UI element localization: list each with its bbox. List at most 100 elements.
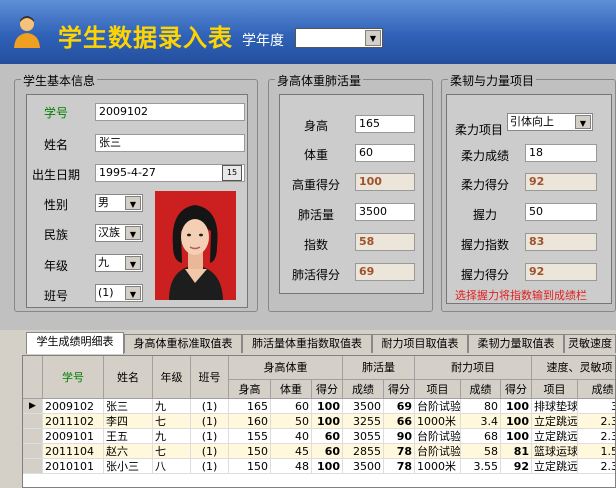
table-cell[interactable]: 150 <box>229 444 271 459</box>
table-cell[interactable]: 立定跳远 <box>532 414 578 429</box>
table-cell[interactable]: 60 <box>312 429 343 444</box>
tab-endurance[interactable]: 耐力项目取值表 <box>372 334 468 353</box>
row-indicator[interactable]: ▶ <box>23 399 43 414</box>
tab-agility-speed[interactable]: 灵敏速度 <box>564 334 616 353</box>
table-cell[interactable]: 1000米 <box>415 414 461 429</box>
table-cell[interactable]: 2011102 <box>43 414 104 429</box>
table-cell[interactable]: (1) <box>191 459 229 474</box>
gender-select[interactable]: 男 ▼ <box>95 194 143 212</box>
calendar-button[interactable]: 15 <box>222 165 242 181</box>
class-select[interactable]: (1) ▼ <box>95 284 143 302</box>
table-cell[interactable]: 3.55 <box>461 459 501 474</box>
table-cell[interactable]: 81 <box>501 444 532 459</box>
school-year-select[interactable]: ▼ <box>295 28 383 48</box>
table-cell[interactable]: 李四 <box>104 414 153 429</box>
table-cell[interactable]: 2009102 <box>43 399 104 414</box>
table-cell[interactable]: 90 <box>384 429 415 444</box>
table-cell[interactable]: 赵六 <box>104 444 153 459</box>
table-cell[interactable]: 2.35 <box>578 414 615 429</box>
row-indicator[interactable] <box>23 429 43 444</box>
table-cell[interactable]: 2855 <box>343 444 384 459</box>
table-cell[interactable]: 2.35 <box>578 459 615 474</box>
table-cell[interactable]: 100 <box>501 399 532 414</box>
table-cell[interactable]: 王五 <box>104 429 153 444</box>
table-cell[interactable]: 3.4 <box>461 414 501 429</box>
table-cell[interactable]: 篮球运球 <box>532 444 578 459</box>
table-cell[interactable]: 165 <box>229 399 271 414</box>
table-cell[interactable]: 3500 <box>343 459 384 474</box>
table-cell[interactable]: 九 <box>153 399 191 414</box>
table-cell[interactable]: 78 <box>384 444 415 459</box>
weight-input[interactable]: 60 <box>355 144 415 162</box>
table-cell[interactable]: (1) <box>191 414 229 429</box>
table-cell[interactable]: 张三 <box>104 399 153 414</box>
grip-input[interactable]: 50 <box>525 203 597 221</box>
table-cell[interactable]: 100 <box>501 429 532 444</box>
table-cell[interactable]: 七 <box>153 444 191 459</box>
table-cell[interactable]: 3055 <box>343 429 384 444</box>
table-cell[interactable]: 2010101 <box>43 459 104 474</box>
vital-capacity-input[interactable]: 3500 <box>355 203 415 221</box>
chevron-down-icon[interactable]: ▼ <box>125 286 141 300</box>
row-indicator[interactable] <box>23 459 43 474</box>
table-cell[interactable]: 66 <box>384 414 415 429</box>
chevron-down-icon[interactable]: ▼ <box>575 115 591 129</box>
table-cell[interactable]: 78 <box>384 459 415 474</box>
table-cell[interactable]: 45 <box>271 444 312 459</box>
table-cell[interactable]: 100 <box>312 414 343 429</box>
chevron-down-icon[interactable]: ▼ <box>125 226 141 240</box>
grade-select[interactable]: 九 ▼ <box>95 254 143 272</box>
table-cell[interactable]: 台阶试验 <box>415 444 461 459</box>
chevron-down-icon[interactable]: ▼ <box>125 196 141 210</box>
row-indicator[interactable] <box>23 414 43 429</box>
table-cell[interactable]: 40 <box>271 429 312 444</box>
chevron-down-icon[interactable]: ▼ <box>365 30 381 46</box>
name-input[interactable]: 张三 <box>95 134 245 152</box>
table-cell[interactable]: 150 <box>229 459 271 474</box>
table-cell[interactable]: 58 <box>461 444 501 459</box>
table-cell[interactable]: 80 <box>461 399 501 414</box>
table-cell[interactable]: 张小三 <box>104 459 153 474</box>
strength-item-select[interactable]: 引体向上 ▼ <box>507 113 593 131</box>
table-cell[interactable]: 155 <box>229 429 271 444</box>
table-cell[interactable]: 60 <box>271 399 312 414</box>
student-id-input[interactable]: 2009102 <box>95 103 245 121</box>
ethnicity-select[interactable]: 汉族 ▼ <box>95 224 143 242</box>
tab-vc-index[interactable]: 肺活量体重指数取值表 <box>242 334 372 353</box>
table-cell[interactable]: (1) <box>191 429 229 444</box>
table-cell[interactable]: 100 <box>312 459 343 474</box>
table-cell[interactable]: 100 <box>312 399 343 414</box>
table-cell[interactable]: 八 <box>153 459 191 474</box>
table-cell[interactable]: 1000米 <box>415 459 461 474</box>
table-cell[interactable]: 92 <box>501 459 532 474</box>
table-cell[interactable]: 60 <box>312 444 343 459</box>
row-indicator[interactable] <box>23 444 43 459</box>
table-cell[interactable]: 台阶试验 <box>415 399 461 414</box>
table-cell[interactable]: 160 <box>229 414 271 429</box>
table-cell[interactable]: 立定跳远 <box>532 429 578 444</box>
height-input[interactable]: 165 <box>355 115 415 133</box>
table-cell[interactable]: 台阶试验 <box>415 429 461 444</box>
table-cell[interactable]: 2011104 <box>43 444 104 459</box>
table-cell[interactable]: 48 <box>271 459 312 474</box>
table-cell[interactable]: 3255 <box>343 414 384 429</box>
table-cell[interactable]: 七 <box>153 414 191 429</box>
chevron-down-icon[interactable]: ▼ <box>125 256 141 270</box>
table-cell[interactable]: 50 <box>271 414 312 429</box>
tab-flexibility-strength[interactable]: 柔韧力量取值表 <box>468 334 564 353</box>
table-cell[interactable]: 69 <box>384 399 415 414</box>
table-cell[interactable]: 立定跳远 <box>532 459 578 474</box>
table-cell[interactable]: 排球垫球 <box>532 399 578 414</box>
table-cell[interactable]: (1) <box>191 399 229 414</box>
tab-score-details[interactable]: 学生成绩明细表 <box>26 332 124 354</box>
strength-result-input[interactable]: 18 <box>525 144 597 162</box>
table-cell[interactable]: 3500 <box>343 399 384 414</box>
table-cell[interactable]: 68 <box>461 429 501 444</box>
table-cell[interactable]: 1.52 <box>578 444 615 459</box>
table-cell[interactable]: 2009101 <box>43 429 104 444</box>
table-cell[interactable]: 100 <box>501 414 532 429</box>
table-cell[interactable]: 2.35 <box>578 429 615 444</box>
table-cell[interactable]: (1) <box>191 444 229 459</box>
tab-height-weight-standard[interactable]: 身高体重标准取值表 <box>124 334 242 353</box>
table-cell[interactable]: 九 <box>153 429 191 444</box>
